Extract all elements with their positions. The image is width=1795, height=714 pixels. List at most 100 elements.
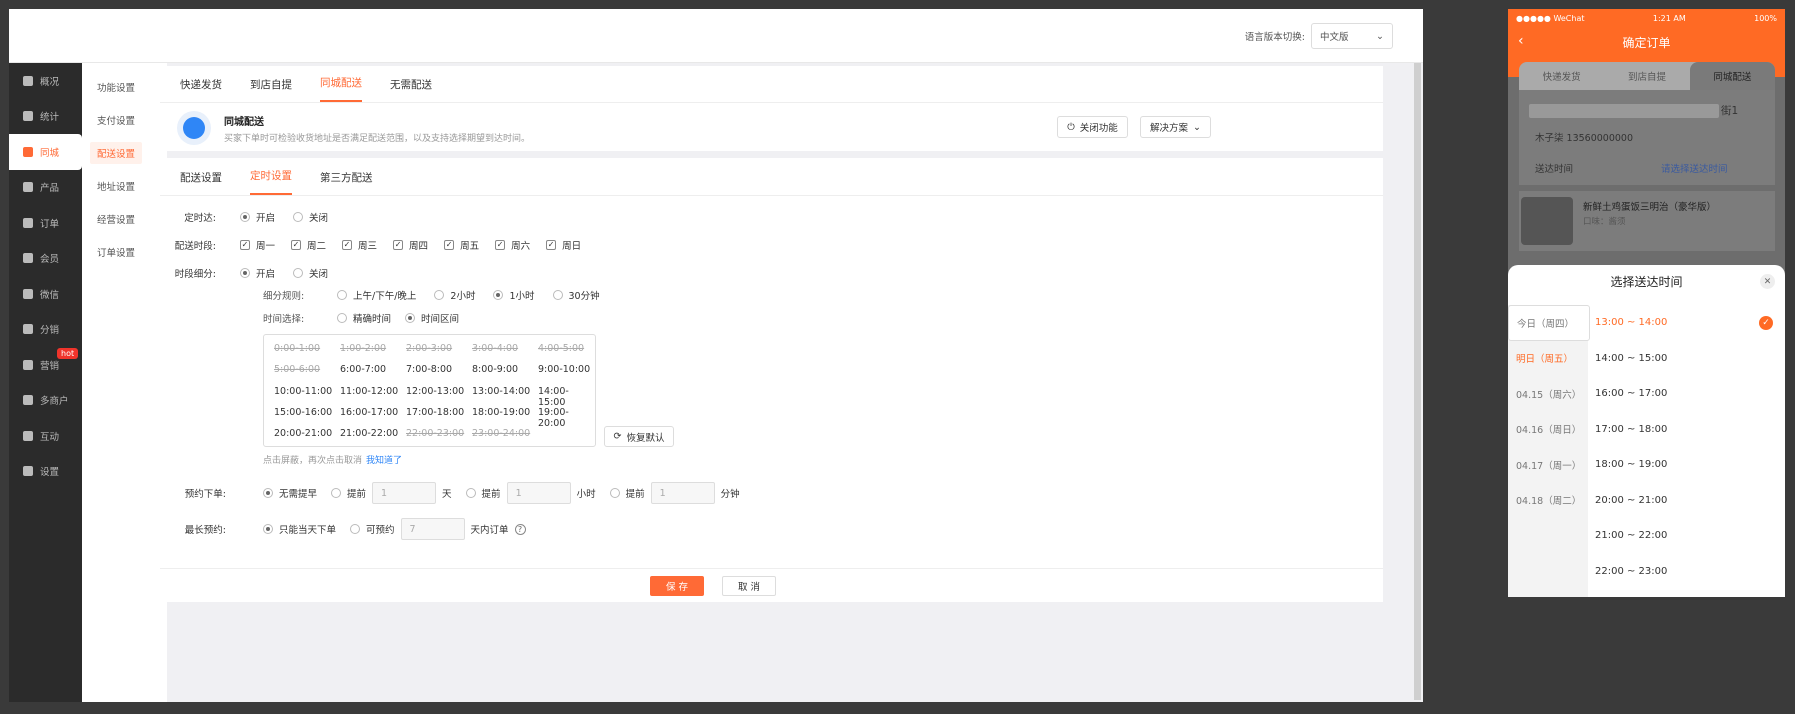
time-item-3[interactable]: 17:00 ~ 18:00	[1588, 412, 1785, 448]
time-slot[interactable]: 21:00-22:00	[340, 428, 398, 439]
can-book-option[interactable]: 可预约	[350, 522, 395, 536]
time-slot[interactable]: 0:00-1:00	[274, 343, 320, 354]
time-slot[interactable]: 14:00-15:00	[538, 386, 595, 408]
restore-default-button[interactable]: ⟳ 恢复默认	[604, 426, 674, 447]
split-on-option[interactable]: 开启	[240, 266, 275, 280]
phone-tab-1[interactable]: 到店自提	[1604, 62, 1689, 90]
weekday-option-2[interactable]: ✓ 周三	[342, 238, 377, 252]
time-slot[interactable]: 16:00-17:00	[340, 407, 398, 418]
day-item-1[interactable]: 明日（周五）	[1508, 341, 1588, 377]
back-icon[interactable]: ‹	[1518, 33, 1524, 49]
subnav-item-5[interactable]: 订单设置	[82, 235, 167, 268]
advance-hour-option[interactable]: 提前	[465, 486, 501, 500]
time-slot[interactable]: 4:00-5:00	[538, 343, 584, 354]
weekday-option-0[interactable]: ✓ 周一	[240, 238, 275, 252]
time-item-6[interactable]: 21:00 ~ 22:00	[1588, 518, 1785, 554]
tab-settings-1[interactable]: 定时设置	[250, 168, 292, 195]
time-slot[interactable]: 12:00-13:00	[406, 386, 464, 397]
time-slot[interactable]: 5:00-6:00	[274, 364, 320, 375]
sidebar-item-1[interactable]: 统计	[9, 99, 82, 135]
cancel-button[interactable]: 取 消	[722, 576, 776, 596]
time-slot[interactable]: 7:00-8:00	[406, 364, 452, 375]
sidebar-item-5[interactable]: 会员	[9, 241, 82, 277]
sidebar-item-0[interactable]: 概况	[9, 63, 82, 99]
book-days-input[interactable]: 7	[400, 518, 465, 540]
time-slot[interactable]: 8:00-9:00	[472, 364, 518, 375]
split-rule-option-2[interactable]: 1小时	[493, 288, 535, 302]
tab-delivery-0[interactable]: 快递发货	[180, 77, 222, 102]
time-item-7[interactable]: 22:00 ~ 23:00	[1588, 554, 1785, 590]
weekday-option-6[interactable]: ✓ 周日	[546, 238, 581, 252]
advance-minute-input[interactable]: 1	[650, 482, 715, 504]
time-slot[interactable]: 2:00-3:00	[406, 343, 452, 354]
only-today-option[interactable]: 只能当天下单	[263, 522, 336, 536]
time-select-option-1[interactable]: 时间区间	[405, 311, 459, 325]
got-it-link[interactable]: 我知道了	[366, 453, 402, 466]
time-slot[interactable]: 19:00-20:00	[538, 407, 595, 429]
sidebar-item-6[interactable]: 微信	[9, 276, 82, 312]
tab-settings-2[interactable]: 第三方配送	[320, 170, 373, 195]
phone-tab-0[interactable]: 快递发货	[1519, 62, 1604, 90]
split-rule-option-1[interactable]: 2小时	[434, 288, 475, 302]
phone-tab-2[interactable]: 同城配送	[1689, 62, 1775, 90]
sidebar-item-3[interactable]: 产品	[9, 170, 82, 206]
sidebar-item-7[interactable]: 分销	[9, 312, 82, 348]
split-rule-option-0[interactable]: 上午/下午/晚上	[337, 288, 416, 302]
solution-button[interactable]: 解决方案 ⌄	[1140, 116, 1211, 138]
sidebar-item-9[interactable]: 多商户	[9, 383, 82, 419]
time-item-1[interactable]: 14:00 ~ 15:00	[1588, 341, 1785, 377]
sidebar-item-4[interactable]: 订单	[9, 205, 82, 241]
time-item-0[interactable]: 13:00 ~ 14:00 ✓	[1588, 305, 1785, 341]
time-item-2[interactable]: 16:00 ~ 17:00	[1588, 376, 1785, 412]
time-item-4[interactable]: 18:00 ~ 19:00	[1588, 447, 1785, 483]
advance-day-input[interactable]: 1	[372, 482, 437, 504]
time-slot[interactable]: 9:00-10:00	[538, 364, 590, 375]
weekday-option-1[interactable]: ✓ 周二	[291, 238, 326, 252]
subnav-item-4[interactable]: 经营设置	[82, 202, 167, 235]
no-advance-option[interactable]: 无需提早	[263, 486, 317, 500]
close-feature-button[interactable]: ⏻ 关闭功能	[1057, 116, 1128, 138]
time-slot[interactable]: 1:00-2:00	[340, 343, 386, 354]
day-item-4[interactable]: 04.17（周一）	[1508, 447, 1588, 483]
time-slot[interactable]: 20:00-21:00	[274, 428, 332, 439]
advance-hour-input[interactable]: 1	[506, 482, 571, 504]
weekday-option-5[interactable]: ✓ 周六	[495, 238, 530, 252]
day-item-5[interactable]: 04.18（周二）	[1508, 483, 1588, 519]
sidebar-item-2[interactable]: 同城	[9, 134, 82, 170]
tab-settings-0[interactable]: 配送设置	[180, 170, 222, 195]
timed-on-option[interactable]: 开启	[240, 210, 275, 224]
time-slot[interactable]: 10:00-11:00	[274, 386, 332, 397]
scrollbar[interactable]	[1414, 63, 1421, 700]
tab-delivery-2[interactable]: 同城配送	[320, 75, 362, 102]
day-item-3[interactable]: 04.16（周日）	[1508, 412, 1588, 448]
tab-delivery-1[interactable]: 到店自提	[250, 77, 292, 102]
time-slot[interactable]: 18:00-19:00	[472, 407, 530, 418]
save-button[interactable]: 保 存	[650, 576, 704, 596]
split-rule-option-3[interactable]: 30分钟	[552, 288, 600, 302]
advance-day-option[interactable]: 提前	[331, 486, 366, 500]
help-icon[interactable]: ?	[514, 523, 526, 535]
advance-minute-option[interactable]: 提前	[609, 486, 645, 500]
weekday-option-4[interactable]: ✓ 周五	[444, 238, 479, 252]
time-slot[interactable]: 22:00-23:00	[406, 428, 464, 439]
time-slot[interactable]: 13:00-14:00	[472, 386, 530, 397]
time-select-option-0[interactable]: 精确时间	[337, 311, 391, 325]
split-off-option[interactable]: 关闭	[293, 266, 328, 280]
language-select[interactable]: 中文版 ⌄	[1311, 23, 1393, 49]
weekday-option-3[interactable]: ✓ 周四	[393, 238, 428, 252]
timed-off-option[interactable]: 关闭	[293, 210, 328, 224]
sidebar-item-11[interactable]: 设置	[9, 454, 82, 490]
time-slot[interactable]: 3:00-4:00	[472, 343, 518, 354]
subnav-item-3[interactable]: 地址设置	[82, 169, 167, 202]
time-slot[interactable]: 6:00-7:00	[340, 364, 386, 375]
tab-delivery-3[interactable]: 无需配送	[390, 77, 432, 102]
sidebar-item-10[interactable]: 互动	[9, 418, 82, 454]
day-item-0[interactable]: 今日（周四）	[1508, 305, 1590, 341]
close-icon[interactable]: ✕	[1760, 274, 1775, 289]
time-slot[interactable]: 23:00-24:00	[472, 428, 530, 439]
delivery-time-hint[interactable]: 请选择送达时间	[1661, 161, 1728, 175]
time-item-5[interactable]: 20:00 ~ 21:00	[1588, 483, 1785, 519]
subnav-item-0[interactable]: 功能设置	[82, 70, 167, 103]
sidebar-item-8[interactable]: 营销 hot	[9, 347, 82, 383]
time-slot[interactable]: 15:00-16:00	[274, 407, 332, 418]
